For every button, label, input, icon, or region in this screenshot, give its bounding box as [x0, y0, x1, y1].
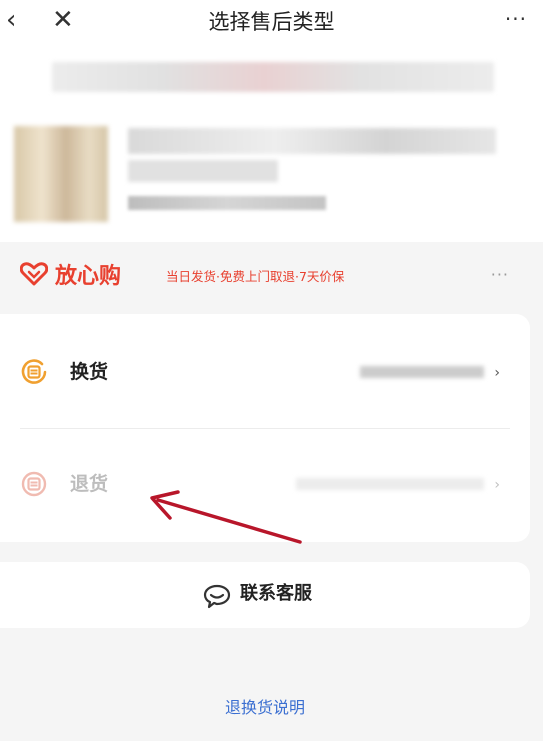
assurance-bar: 放心购 当日发货·免费上门取退·7天价保 ···	[0, 254, 543, 304]
blurred-product-spec	[128, 196, 326, 210]
option-label: 退货	[70, 473, 109, 495]
blurred-order-banner	[52, 62, 494, 92]
page-title: 选择售后类型	[208, 10, 335, 34]
chevron-right-icon: ›	[494, 365, 500, 381]
product-thumbnail	[14, 126, 108, 222]
blurred-option-hint	[360, 366, 484, 378]
assurance-more-icon[interactable]: ···	[491, 266, 509, 284]
assurance-brand: 放心购	[55, 263, 122, 289]
return-policy-link[interactable]: 退换货说明	[0, 696, 530, 720]
contact-service-button[interactable]: 联系客服	[0, 562, 530, 628]
blurred-product-title-line2	[128, 160, 278, 182]
option-label: 换货	[70, 361, 109, 383]
divider	[20, 428, 510, 429]
product-summary	[0, 48, 543, 242]
contact-service-label: 联系客服	[240, 583, 312, 604]
annotation-arrow	[150, 490, 302, 544]
option-exchange[interactable]: 换货 ›	[0, 314, 530, 426]
blurred-option-hint	[296, 478, 484, 490]
more-menu-icon[interactable]: ···	[505, 6, 527, 32]
exchange-icon	[21, 359, 47, 384]
top-bar: ‹ ✕ 选择售后类型 ···	[0, 0, 543, 48]
return-icon	[21, 471, 47, 497]
chevron-right-icon: ›	[494, 477, 500, 493]
heart-shield-icon	[20, 262, 48, 286]
customer-service-icon	[203, 584, 231, 609]
assurance-description: 当日发货·免费上门取退·7天价保	[166, 269, 345, 284]
blurred-product-title	[128, 128, 496, 154]
